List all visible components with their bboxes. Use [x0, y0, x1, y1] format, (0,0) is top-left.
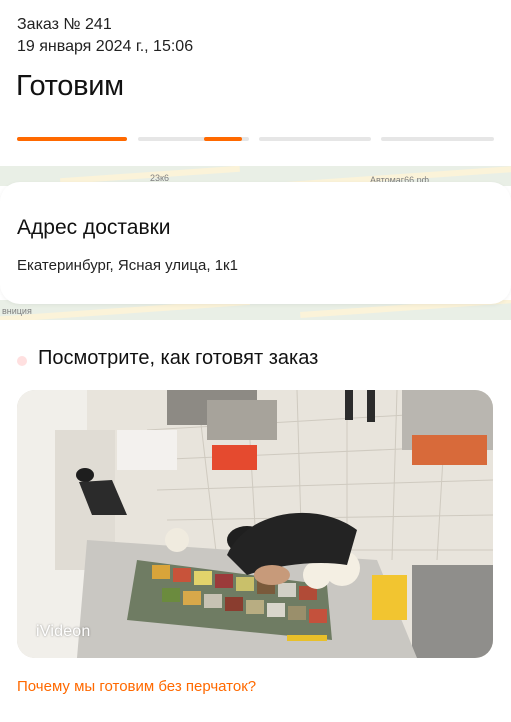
video-provider-logo: iVideon	[36, 623, 91, 640]
progress-segment-accepted	[17, 137, 127, 141]
kitchen-video-player[interactable]: iVideon	[17, 390, 493, 658]
progress-segment-delivering	[259, 137, 371, 141]
delivery-address-text: Екатеринбург, Ясная улица, 1к1	[17, 257, 238, 274]
video-section-title: Посмотрите, как готовят заказ	[38, 347, 319, 369]
order-header: Заказ № 241 19 января 2024 г., 15:06	[17, 14, 193, 58]
why-no-gloves-link[interactable]: Почему мы готовим без перчаток?	[17, 678, 256, 695]
live-indicator-icon	[17, 356, 27, 366]
delivery-address-title: Адрес доставки	[17, 216, 171, 239]
kitchen-camera-image	[17, 390, 493, 658]
order-status-title: Готовим	[16, 70, 124, 102]
progress-segment-cooking-fill	[204, 137, 242, 141]
order-number: Заказ № 241	[17, 16, 112, 33]
order-date: 19 января 2024 г., 15:06	[17, 38, 194, 55]
order-progress-bar	[17, 137, 494, 141]
progress-segment-cooking	[138, 137, 249, 141]
delivery-address-card[interactable]: Адрес доставки Екатеринбург, Ясная улица…	[0, 182, 511, 304]
map-label: вниция	[2, 306, 32, 316]
progress-segment-delivered	[381, 137, 494, 141]
